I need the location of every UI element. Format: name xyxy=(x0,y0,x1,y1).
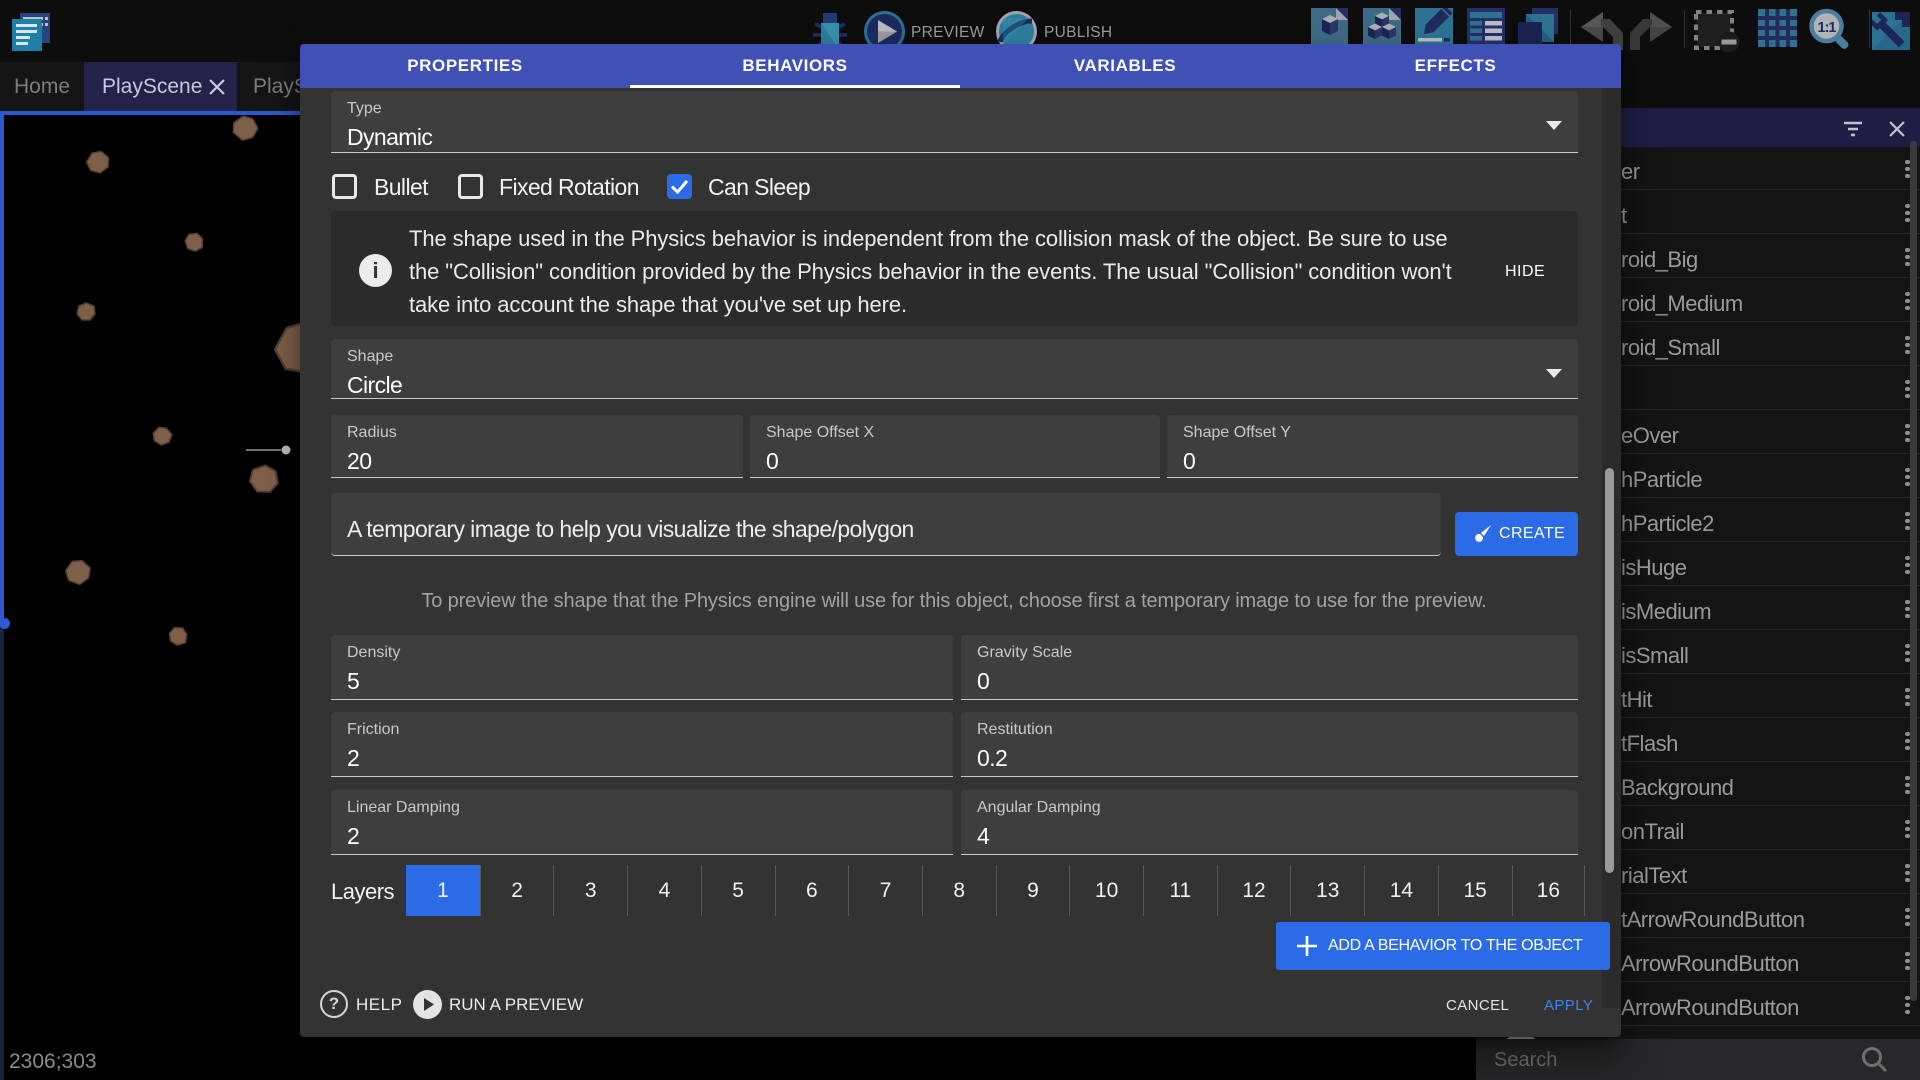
svg-text:1:1: 1:1 xyxy=(1818,20,1837,36)
